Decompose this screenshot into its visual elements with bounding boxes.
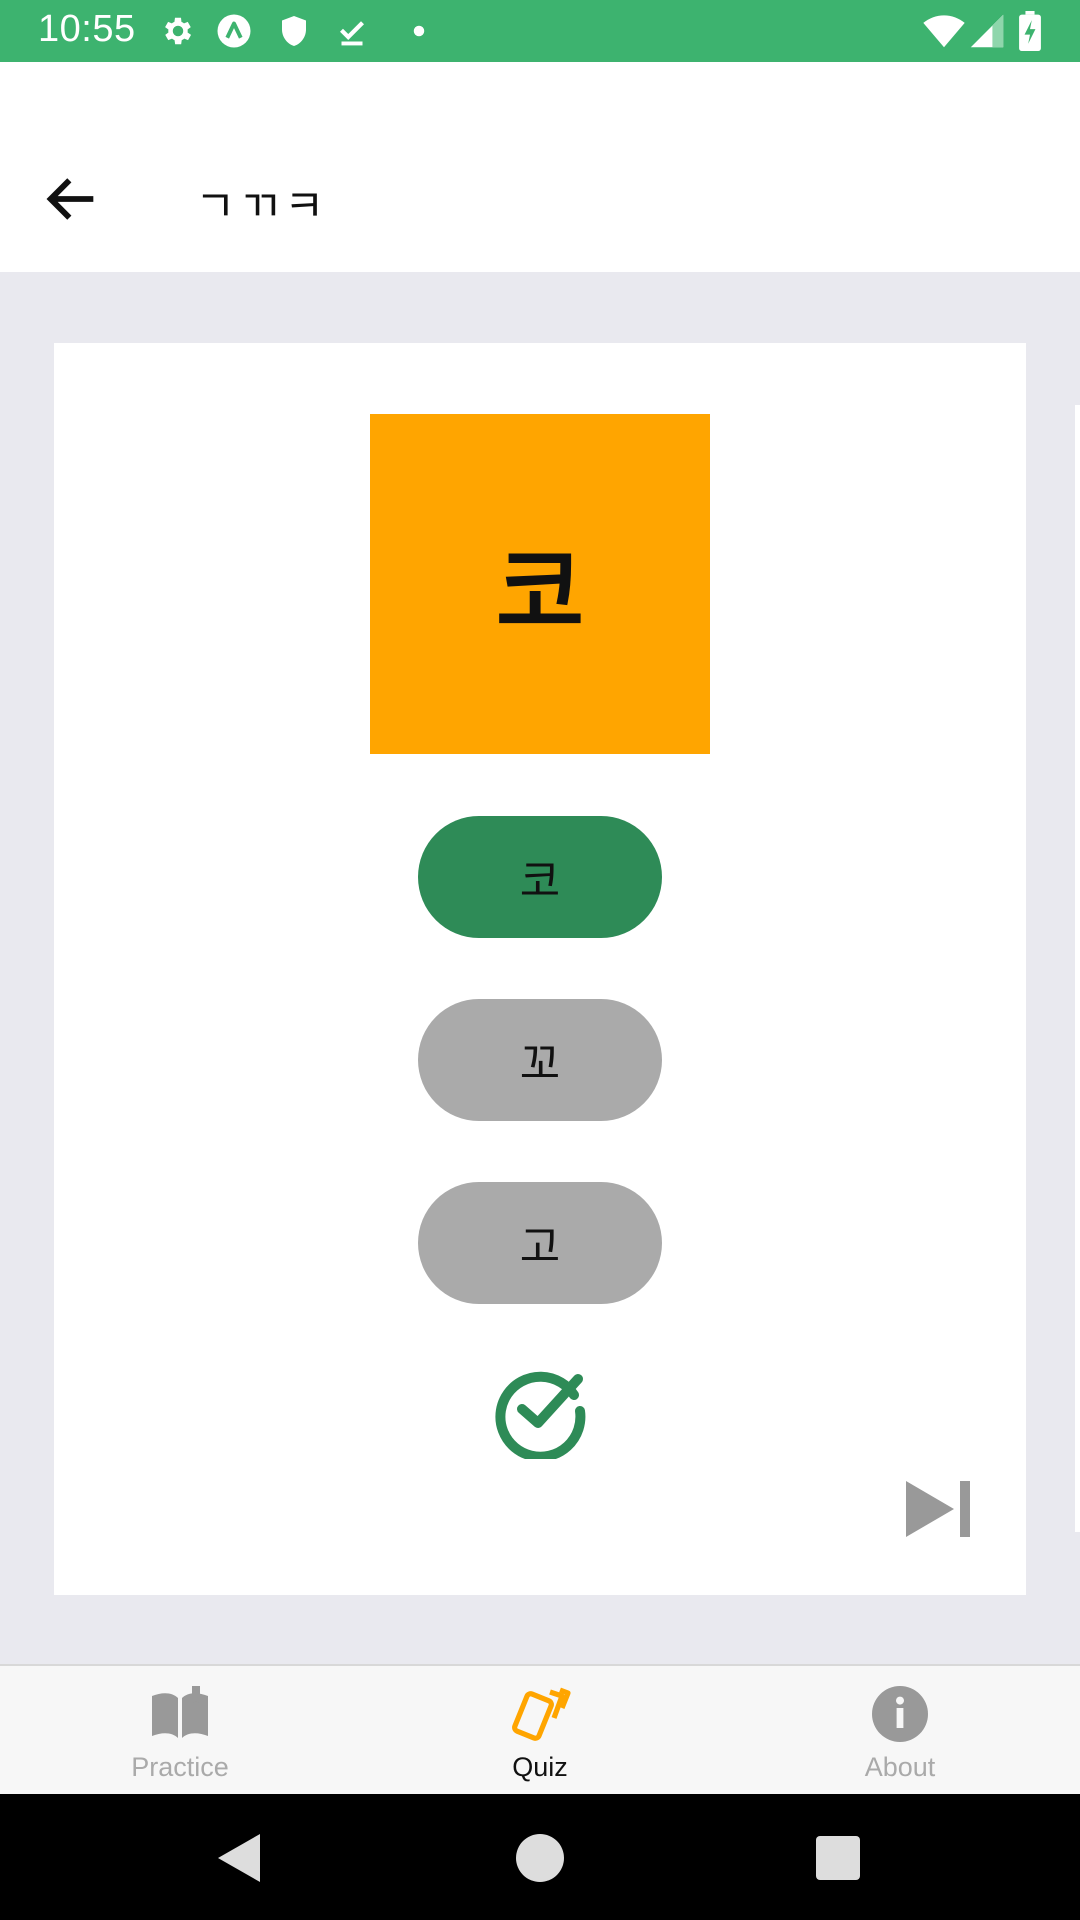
shield-icon <box>282 16 306 46</box>
nav-item-about[interactable]: About <box>720 1666 1080 1796</box>
nav-item-practice[interactable]: Practice <box>0 1666 360 1796</box>
gear-icon <box>165 17 192 45</box>
info-icon <box>872 1686 928 1742</box>
check-circle-icon <box>495 1371 586 1459</box>
option-button-3[interactable]: 고 <box>418 1182 662 1304</box>
quiz-card: 코 코 꼬 고 <box>54 343 1026 1595</box>
accessibility-icon <box>217 14 251 48</box>
system-nav-bar <box>0 1794 1080 1920</box>
signal-icon <box>970 14 1004 48</box>
page-title: ㄱㄲㅋ <box>195 181 329 232</box>
cards-icon <box>512 1687 571 1741</box>
home-circle-icon[interactable] <box>512 1830 568 1886</box>
nav-label: Practice <box>131 1752 229 1782</box>
skip-next-icon[interactable] <box>902 1473 974 1545</box>
option-label: 꼬 <box>519 1039 561 1090</box>
wifi-icon <box>923 15 965 48</box>
option-label: 코 <box>519 856 561 907</box>
nav-item-quiz[interactable]: Quiz <box>360 1666 720 1796</box>
app-bar: ㄱㄲㅋ <box>0 62 1080 272</box>
book-icon <box>152 1686 208 1738</box>
dot-icon <box>413 25 425 37</box>
status-time: 10:55 <box>38 8 136 50</box>
option-button-2[interactable]: 꼬 <box>418 999 662 1121</box>
bottom-nav: Practice Quiz About <box>0 1664 1080 1796</box>
option-label: 고 <box>519 1222 561 1273</box>
back-triangle-icon[interactable] <box>212 1830 268 1886</box>
recents-square-icon[interactable] <box>810 1830 866 1886</box>
nav-label: About <box>864 1752 936 1782</box>
nav-label: Quiz <box>512 1752 568 1782</box>
option-button-1[interactable]: 코 <box>418 816 662 938</box>
status-bar: 10:55 <box>0 0 1080 62</box>
download-done-icon <box>340 21 364 46</box>
battery-charging-icon <box>1019 11 1041 51</box>
next-card-edge <box>1075 405 1080 1532</box>
prompt-tile: 코 <box>370 414 710 754</box>
prompt-syllable: 코 <box>495 536 585 649</box>
arrow-left-icon[interactable] <box>40 167 104 231</box>
